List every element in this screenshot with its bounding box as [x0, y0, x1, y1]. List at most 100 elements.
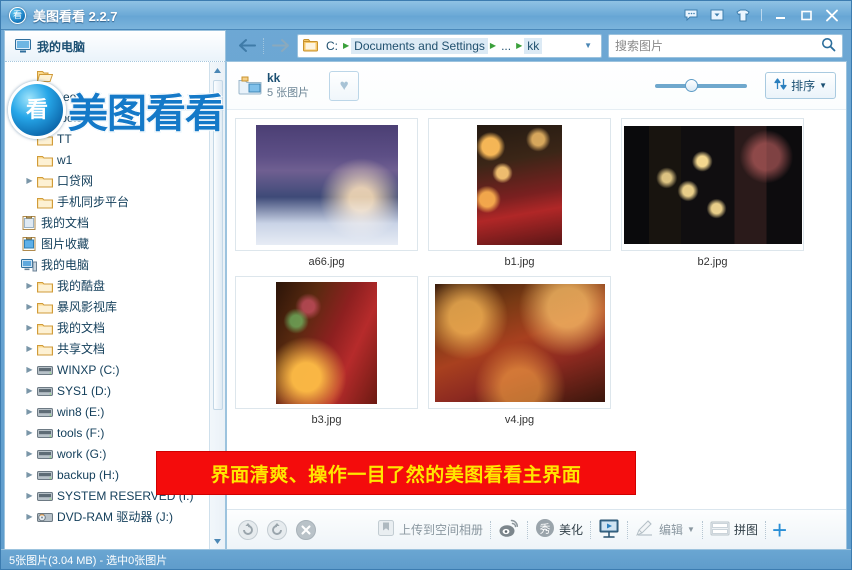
thumbnail-size-slider[interactable]	[655, 76, 748, 96]
breadcrumb-item-0[interactable]: C:	[323, 38, 341, 54]
thumbnail-grid[interactable]: a66.jpg b1.jpg b2.jpg b3.jpg v4.jpg	[227, 110, 846, 509]
tree-item[interactable]	[5, 65, 225, 86]
action-toolbar: 上传到空间相册 秀 美化 编辑 ▼ 拼图 +	[227, 509, 846, 549]
thumbnail-item[interactable]: b2.jpg	[621, 118, 804, 268]
thumbnail-image	[276, 281, 377, 404]
thumbnail-item[interactable]: b3.jpg	[235, 276, 418, 426]
tree-item-label: work (G:)	[57, 446, 107, 461]
tree-item[interactable]: w1	[5, 149, 225, 170]
breadcrumb-item-2[interactable]: ...	[498, 38, 514, 54]
message-icon[interactable]	[680, 5, 702, 25]
back-arrow-icon[interactable]	[234, 34, 260, 58]
folder-icon	[36, 111, 54, 125]
tree-item[interactable]: ▶ tools (F:)	[5, 422, 225, 443]
forward-arrow-icon[interactable]	[267, 34, 293, 58]
expand-arrow-icon[interactable]: ▶	[23, 323, 36, 332]
upload-to-album-button[interactable]: 上传到空间相册	[370, 515, 490, 545]
tree-item[interactable]: ▶ SYS1 (D:)	[5, 380, 225, 401]
rotate-left-icon[interactable]	[235, 517, 261, 543]
slideshow-button[interactable]	[591, 515, 627, 545]
breadcrumb-item-3[interactable]: kk	[524, 37, 543, 54]
tree-item[interactable]: ▶ 共享文档	[5, 338, 225, 359]
slider-knob[interactable]	[685, 78, 699, 92]
tree-item[interactable]: ▶ 暴风影视库	[5, 296, 225, 317]
title-separator	[761, 9, 762, 21]
search-input[interactable]	[615, 38, 821, 53]
sort-button[interactable]: 排序 ▼	[765, 72, 836, 99]
edit-button[interactable]: 编辑 ▼	[628, 515, 702, 545]
expand-arrow-icon[interactable]: ▶	[23, 386, 36, 395]
expand-arrow-icon[interactable]: ▶	[23, 302, 36, 311]
tree-item[interactable]: seo	[5, 86, 225, 107]
tree-item[interactable]: ▶ tools	[5, 107, 225, 128]
expand-arrow-icon[interactable]: ▶	[23, 281, 36, 290]
minimize-icon[interactable]	[767, 5, 793, 25]
expand-arrow-icon[interactable]: ▶	[23, 512, 36, 521]
upload-icon	[377, 519, 395, 540]
dropdown-icon[interactable]	[706, 5, 728, 25]
scroll-up-icon[interactable]	[210, 62, 225, 78]
tree-item-label: 图片收藏	[41, 237, 90, 251]
weibo-button[interactable]	[491, 515, 527, 545]
thumbnail-item[interactable]: b1.jpg	[428, 118, 611, 268]
sort-icon	[774, 78, 787, 93]
window-title: 美图看看 2.2.7	[33, 8, 118, 24]
favorite-button[interactable]: ♥	[329, 70, 360, 101]
maximize-icon[interactable]	[793, 5, 819, 25]
window-body: 我的电脑 seo ▶ tools TT w1 ▶ 口贷网 手机同步平台 我的文档 图片收藏 我的电脑…	[1, 30, 851, 549]
search-icon[interactable]	[821, 37, 836, 55]
expand-arrow-icon[interactable]: ▶	[23, 428, 36, 437]
expand-arrow-icon[interactable]: ▶	[23, 491, 36, 500]
thumbnail-item[interactable]: a66.jpg	[235, 118, 418, 268]
weibo-icon	[498, 518, 520, 541]
thumbnail-frame[interactable]	[621, 118, 804, 251]
tree-item[interactable]: ▶ 口贷网	[5, 170, 225, 191]
close-icon[interactable]	[819, 5, 845, 25]
collage-button[interactable]: 拼图	[703, 515, 765, 545]
plus-icon[interactable]: +	[766, 517, 793, 543]
tree-item-label: 手机同步平台	[57, 195, 130, 209]
tree-item[interactable]: ▶ 我的文档	[5, 317, 225, 338]
tree-item[interactable]: TT	[5, 128, 225, 149]
expand-arrow-icon[interactable]: ▶	[23, 407, 36, 416]
chevron-down-icon[interactable]: ▼	[687, 525, 695, 534]
expand-arrow-icon[interactable]: ▶	[23, 344, 36, 353]
tree-item-label: 我的文档	[57, 321, 106, 335]
folder-icon	[36, 132, 54, 146]
folder-info: kk 5 张图片	[267, 70, 309, 101]
expand-arrow-icon[interactable]: ▶	[23, 113, 36, 122]
thumbnail-frame[interactable]	[235, 276, 418, 409]
thumbnail-frame[interactable]	[428, 276, 611, 409]
breadcrumb-item-1[interactable]: Documents and Settings	[351, 37, 488, 54]
tree-item[interactable]: ▶ WINXP (C:)	[5, 359, 225, 380]
expand-arrow-icon[interactable]: ▶	[23, 449, 36, 458]
tree-item[interactable]: 图片收藏	[5, 233, 225, 254]
search-box[interactable]	[608, 33, 843, 58]
tree-item[interactable]: 手机同步平台	[5, 191, 225, 212]
tree-item-label: w1	[57, 152, 73, 167]
expand-arrow-icon[interactable]: ▶	[23, 365, 36, 374]
scroll-down-icon[interactable]	[210, 533, 225, 549]
tree-item[interactable]: ▶ 我的酷盘	[5, 275, 225, 296]
chevron-down-icon[interactable]: ▼	[577, 41, 599, 50]
tree-item[interactable]: ▶ DVD-RAM 驱动器 (J:)	[5, 506, 225, 527]
expand-arrow-icon[interactable]: ▶	[23, 176, 36, 185]
tree-item[interactable]: ▶ win8 (E:)	[5, 401, 225, 422]
scrollbar-thumb[interactable]	[213, 80, 223, 410]
beautify-button[interactable]: 秀 美化	[528, 515, 590, 545]
thumbnail-frame[interactable]	[235, 118, 418, 251]
thumbnail-item[interactable]: v4.jpg	[428, 276, 611, 426]
rotate-right-icon[interactable]	[264, 517, 290, 543]
folder-icon	[36, 90, 54, 104]
expand-arrow-icon[interactable]: ▶	[23, 470, 36, 479]
slider-track	[655, 83, 748, 88]
thumbnail-frame[interactable]	[428, 118, 611, 251]
breadcrumb[interactable]: C: ▶ Documents and Settings ▶ ... ▶ kk ▼	[297, 33, 602, 58]
breadcrumb-sep-0: ▶	[343, 41, 350, 50]
tree-item-label: 共享文档	[57, 342, 106, 356]
tree-item[interactable]: 我的电脑	[5, 254, 225, 275]
tree-item[interactable]: 我的文档	[5, 212, 225, 233]
tree-item-label: WINXP (C:)	[57, 362, 120, 377]
skin-icon[interactable]	[732, 5, 754, 25]
delete-icon[interactable]	[293, 517, 319, 543]
